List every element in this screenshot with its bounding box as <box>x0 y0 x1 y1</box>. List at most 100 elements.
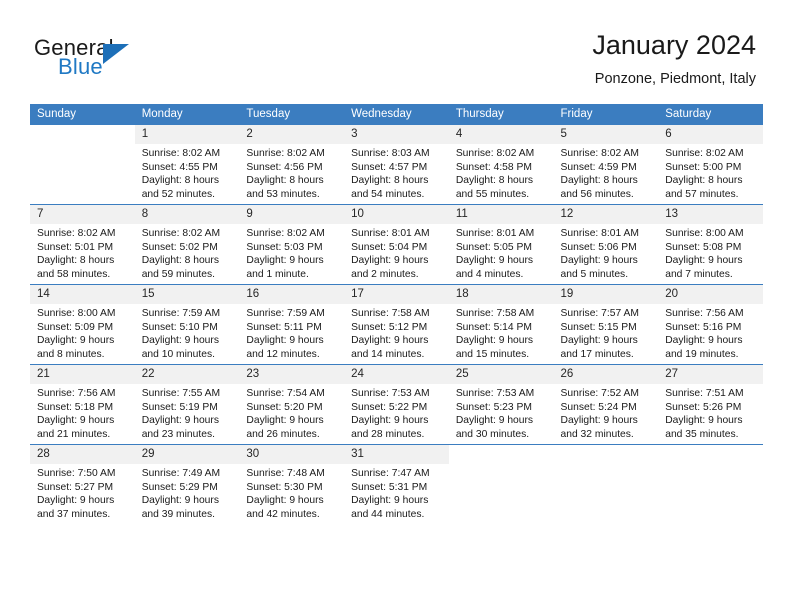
day-cell[interactable]: 27 Sunrise: 7:51 AM Sunset: 5:26 PM Dayligh… <box>658 364 763 445</box>
day-detail-line: Daylight: 8 hours <box>141 255 219 267</box>
day-details: Sunrise: 7:53 AM Sunset: 5:22 PM Daylight:… <box>344 384 449 441</box>
day-cell[interactable]: 11 Sunrise: 8:01 AM Sunset: 5:05 PM Dayligh… <box>448 204 554 285</box>
weekday-header-monday: Monday <box>134 104 240 125</box>
day-detail-line: and 14 minutes. <box>351 348 425 360</box>
day-details: Sunrise: 8:01 AM Sunset: 5:05 PM Daylight:… <box>449 224 554 281</box>
day-detail-line: Daylight: 9 hours <box>351 335 429 347</box>
day-cell[interactable]: 21 Sunrise: 7:56 AM Sunset: 5:18 PM Dayligh… <box>30 364 135 445</box>
day-cell-empty <box>553 444 659 524</box>
day-detail-line: Sunset: 5:05 PM <box>455 241 532 253</box>
day-detail-line: Sunrise: 7:58 AM <box>351 308 430 319</box>
day-detail-line: Sunset: 4:57 PM <box>351 161 428 173</box>
day-detail-line: Sunrise: 7:50 AM <box>37 468 116 479</box>
day-cell[interactable]: 24 Sunrise: 7:53 AM Sunset: 5:22 PM Dayligh… <box>344 364 449 445</box>
day-detail-line: Sunset: 5:22 PM <box>351 401 428 413</box>
day-detail-line: and 21 minutes. <box>37 428 111 440</box>
day-detail-line: Daylight: 9 hours <box>246 255 324 267</box>
day-cell[interactable]: 17 Sunrise: 7:58 AM Sunset: 5:12 PM Dayligh… <box>344 284 449 365</box>
day-cell[interactable]: 6 Sunrise: 8:02 AM Sunset: 5:00 PM Daylight… <box>658 125 763 205</box>
day-detail-line: and 12 minutes. <box>246 348 320 360</box>
day-detail-line: Daylight: 9 hours <box>665 415 743 427</box>
day-detail-line: Daylight: 9 hours <box>141 415 219 427</box>
day-cell[interactable]: 12 Sunrise: 8:01 AM Sunset: 5:06 PM Dayligh… <box>553 204 659 285</box>
day-detail-line: Daylight: 9 hours <box>246 495 324 507</box>
day-cell[interactable]: 18 Sunrise: 7:58 AM Sunset: 5:14 PM Dayligh… <box>448 284 554 365</box>
brand-logo[interactable]: General Blue <box>34 36 214 88</box>
weekday-header-sunday: Sunday <box>30 104 135 125</box>
day-detail-line: and 15 minutes. <box>455 348 530 360</box>
day-cell[interactable]: 29 Sunrise: 7:49 AM Sunset: 5:29 PM Dayligh… <box>134 444 240 524</box>
day-cell[interactable]: 31 Sunrise: 7:47 AM Sunset: 5:31 PM Dayligh… <box>344 444 449 524</box>
day-details <box>30 144 135 147</box>
day-detail-line: and 52 minutes. <box>141 188 215 200</box>
day-detail-line: and 8 minutes. <box>37 348 105 360</box>
weekday-header-wednesday: Wednesday <box>344 104 449 125</box>
day-details: Sunrise: 7:59 AM Sunset: 5:10 PM Daylight:… <box>135 304 240 361</box>
day-detail-line: Sunrise: 7:54 AM <box>246 388 325 399</box>
weekday-header-thursday: Thursday <box>448 104 554 125</box>
day-detail-line: Sunrise: 7:56 AM <box>37 388 116 399</box>
day-detail-line: Daylight: 9 hours <box>560 335 638 347</box>
day-detail-line: Sunrise: 8:02 AM <box>246 228 325 239</box>
day-detail-line: Daylight: 9 hours <box>37 415 115 427</box>
day-cell[interactable]: 28 Sunrise: 7:50 AM Sunset: 5:27 PM Dayligh… <box>30 444 135 524</box>
day-detail-line: Daylight: 9 hours <box>246 335 324 347</box>
day-cell[interactable]: 9 Sunrise: 8:02 AM Sunset: 5:03 PM Daylight… <box>239 204 345 285</box>
day-cell[interactable]: 13 Sunrise: 8:00 AM Sunset: 5:08 PM Dayligh… <box>658 204 763 285</box>
day-details <box>658 464 763 467</box>
day-cell[interactable]: 10 Sunrise: 8:01 AM Sunset: 5:04 PM Dayligh… <box>344 204 449 285</box>
day-detail-line: and 28 minutes. <box>351 428 425 440</box>
day-details: Sunrise: 7:56 AM Sunset: 5:16 PM Daylight:… <box>658 304 763 361</box>
day-detail-line: and 59 minutes. <box>141 268 215 280</box>
day-cell[interactable]: 4 Sunrise: 8:02 AM Sunset: 4:58 PM Daylight… <box>448 125 554 205</box>
day-detail-line: Sunset: 5:09 PM <box>37 321 114 333</box>
day-detail-line: Sunrise: 7:59 AM <box>141 308 221 319</box>
day-detail-line: Sunrise: 8:02 AM <box>141 148 221 159</box>
day-cell-empty <box>658 444 763 524</box>
day-cell[interactable]: 26 Sunrise: 7:52 AM Sunset: 5:24 PM Dayligh… <box>553 364 659 445</box>
day-cell[interactable]: 1 Sunrise: 8:02 AM Sunset: 4:55 PM Daylight… <box>134 125 240 205</box>
day-detail-line: Sunrise: 7:47 AM <box>351 468 430 479</box>
day-detail-line: Sunrise: 8:01 AM <box>455 228 535 239</box>
day-detail-line: Daylight: 9 hours <box>665 255 743 267</box>
day-details: Sunrise: 7:51 AM Sunset: 5:26 PM Daylight:… <box>658 384 763 441</box>
page-subtitle: Ponzone, Piedmont, Italy <box>594 71 756 87</box>
day-cell[interactable]: 20 Sunrise: 7:56 AM Sunset: 5:16 PM Dayligh… <box>658 284 763 365</box>
day-number: 17 <box>344 285 449 304</box>
day-detail-line: Sunset: 5:01 PM <box>37 241 114 253</box>
day-cell[interactable]: 16 Sunrise: 7:59 AM Sunset: 5:11 PM Dayligh… <box>239 284 345 365</box>
day-number: 20 <box>658 285 763 304</box>
day-cell[interactable]: 5 Sunrise: 8:02 AM Sunset: 4:59 PM Daylight… <box>553 125 659 205</box>
day-details: Sunrise: 7:50 AM Sunset: 5:27 PM Daylight:… <box>30 464 135 521</box>
day-detail-line: Sunrise: 8:02 AM <box>560 148 639 159</box>
day-number: 25 <box>448 365 554 384</box>
day-cell[interactable]: 8 Sunrise: 8:02 AM Sunset: 5:02 PM Daylight… <box>134 204 240 285</box>
day-detail-line: Sunset: 5:04 PM <box>351 241 428 253</box>
day-detail-line: Sunset: 5:15 PM <box>560 321 637 333</box>
day-detail-line: and 55 minutes. <box>455 188 530 200</box>
day-cell[interactable]: 3 Sunrise: 8:03 AM Sunset: 4:57 PM Daylight… <box>344 125 449 205</box>
day-number: 22 <box>134 365 240 384</box>
day-detail-line: and 23 minutes. <box>141 428 215 440</box>
day-cell[interactable]: 23 Sunrise: 7:54 AM Sunset: 5:20 PM Dayligh… <box>239 364 345 445</box>
day-detail-line: and 4 minutes. <box>455 268 524 280</box>
day-cell[interactable]: 19 Sunrise: 7:57 AM Sunset: 5:15 PM Dayligh… <box>553 284 659 365</box>
day-cell[interactable]: 15 Sunrise: 7:59 AM Sunset: 5:10 PM Dayligh… <box>134 284 240 365</box>
day-detail-line: Sunrise: 7:53 AM <box>351 388 430 399</box>
day-detail-line: Sunset: 5:12 PM <box>351 321 428 333</box>
weekday-header-tuesday: Tuesday <box>239 104 345 125</box>
day-detail-line: Daylight: 8 hours <box>37 255 115 267</box>
day-number: 3 <box>344 125 449 144</box>
page-header: General Blue January 2024 Ponzone, Piedm… <box>0 0 792 100</box>
day-cell[interactable]: 2 Sunrise: 8:02 AM Sunset: 4:56 PM Daylight… <box>239 125 345 205</box>
day-cell[interactable]: 30 Sunrise: 7:48 AM Sunset: 5:30 PM Dayligh… <box>239 444 345 524</box>
day-cell[interactable]: 22 Sunrise: 7:55 AM Sunset: 5:19 PM Dayligh… <box>134 364 240 445</box>
day-cell[interactable]: 14 Sunrise: 8:00 AM Sunset: 5:09 PM Dayligh… <box>30 284 135 365</box>
day-detail-line: Daylight: 9 hours <box>455 255 534 267</box>
day-detail-line: Sunrise: 7:55 AM <box>141 388 221 399</box>
day-detail-line: Daylight: 9 hours <box>351 255 429 267</box>
calendar-week-row: 21 Sunrise: 7:56 AM Sunset: 5:18 PM Dayligh… <box>30 364 763 445</box>
day-cell[interactable]: 7 Sunrise: 8:02 AM Sunset: 5:01 PM Daylight… <box>30 204 135 285</box>
day-number: 28 <box>30 445 135 464</box>
day-cell[interactable]: 25 Sunrise: 7:53 AM Sunset: 5:23 PM Dayligh… <box>448 364 554 445</box>
